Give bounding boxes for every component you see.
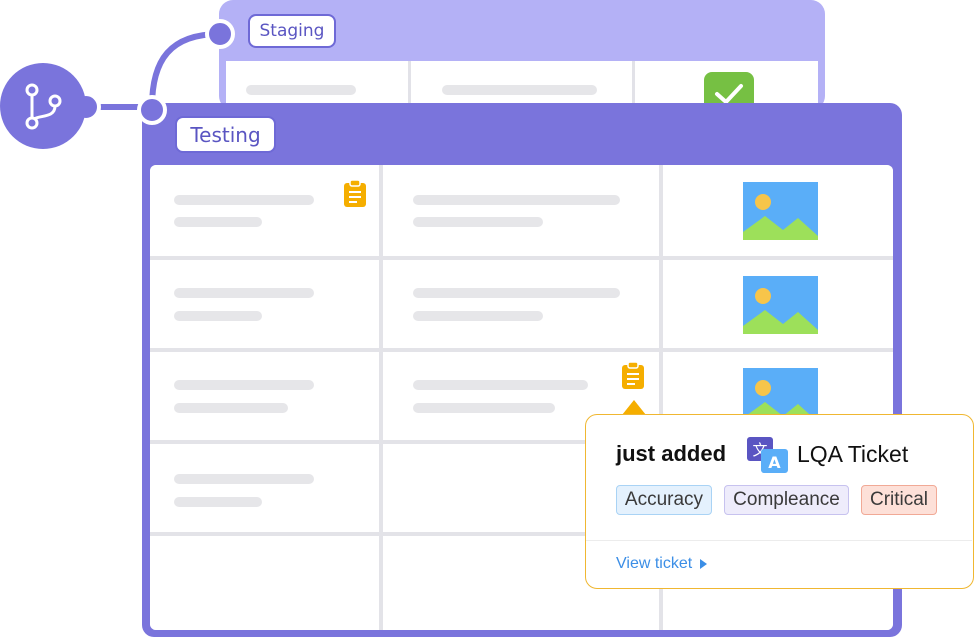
placeholder-line xyxy=(174,497,262,507)
placeholder-line xyxy=(413,288,620,298)
placeholder-line xyxy=(174,288,314,298)
placeholder-line xyxy=(174,403,288,413)
table-cell xyxy=(150,165,379,256)
clipboard-icon[interactable] xyxy=(621,361,645,390)
clipboard-icon[interactable] xyxy=(343,179,367,208)
git-branch-icon[interactable] xyxy=(0,63,86,149)
tag-compleance[interactable]: Compleance xyxy=(724,485,849,515)
placeholder-line xyxy=(413,403,555,413)
tag-accuracy[interactable]: Accuracy xyxy=(616,485,712,515)
placeholder-line xyxy=(174,474,314,484)
placeholder-line xyxy=(246,85,356,95)
placeholder-line xyxy=(174,195,314,205)
svg-text:A: A xyxy=(768,453,781,472)
table-cell xyxy=(383,165,659,256)
placeholder-line xyxy=(413,217,543,227)
table-cell xyxy=(383,260,659,348)
table-cell xyxy=(150,260,379,348)
placeholder-line xyxy=(174,217,262,227)
placeholder-line xyxy=(174,380,314,390)
placeholder-line xyxy=(413,380,588,390)
view-ticket-label: View ticket xyxy=(616,555,693,572)
tag-critical[interactable]: Critical xyxy=(861,485,937,515)
table-cell xyxy=(150,444,379,532)
translate-icon: 文 A xyxy=(747,437,789,475)
placeholder-line xyxy=(174,311,262,321)
image-placeholder-icon xyxy=(743,276,818,334)
caret-right-icon xyxy=(700,559,708,569)
popup-divider xyxy=(586,540,972,541)
view-ticket-link[interactable]: View ticket xyxy=(616,555,708,573)
staging-tag[interactable]: Staging xyxy=(248,14,336,48)
popup-pointer xyxy=(622,400,646,415)
image-placeholder-icon xyxy=(743,182,818,240)
table-cell xyxy=(150,536,379,630)
placeholder-line xyxy=(413,311,543,321)
placeholder-line xyxy=(442,85,597,95)
table-cell xyxy=(150,352,379,440)
popup-title: LQA Ticket xyxy=(797,441,909,467)
placeholder-line xyxy=(413,195,620,205)
popup-status: just added xyxy=(616,441,727,466)
